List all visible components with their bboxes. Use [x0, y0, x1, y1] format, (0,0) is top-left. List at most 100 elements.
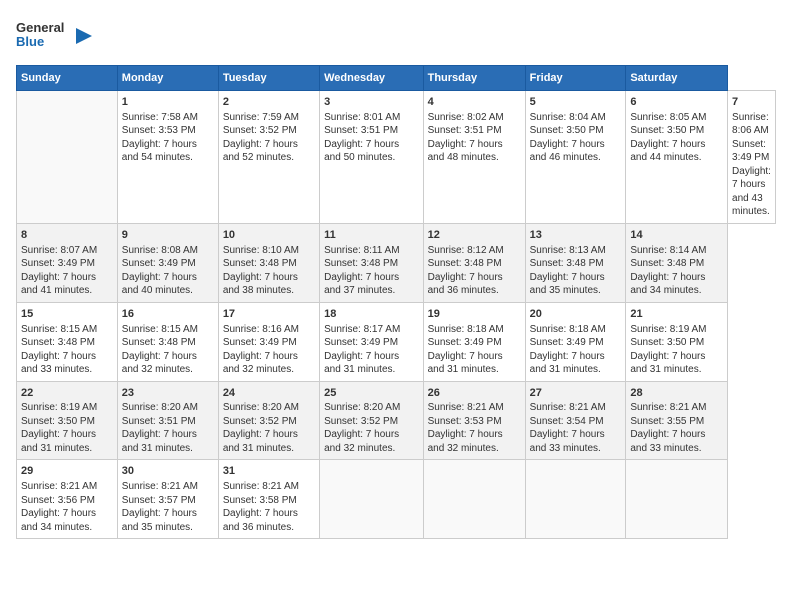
day-number: 12	[428, 228, 521, 243]
sunset-text: Sunset: 3:50 PM	[530, 125, 604, 136]
logo: General Blue	[16, 16, 96, 57]
sunrise-text: Sunrise: 8:01 AM	[324, 112, 400, 123]
sunset-text: Sunset: 3:52 PM	[223, 416, 297, 427]
calendar-cell: 11Sunrise: 8:11 AMSunset: 3:48 PMDayligh…	[320, 223, 423, 302]
sunrise-text: Sunrise: 8:04 AM	[530, 112, 606, 123]
sunset-text: Sunset: 3:49 PM	[732, 139, 769, 164]
svg-text:Blue: Blue	[16, 34, 44, 49]
logo-text-block: General Blue	[16, 16, 96, 57]
daylight-text: Daylight: 7 hours and 31 minutes.	[223, 429, 298, 454]
calendar-cell: 7Sunrise: 8:06 AMSunset: 3:49 PMDaylight…	[728, 91, 776, 224]
daylight-text: Daylight: 7 hours and 31 minutes.	[324, 351, 399, 376]
day-header-tuesday: Tuesday	[218, 66, 319, 91]
calendar-cell: 30Sunrise: 8:21 AMSunset: 3:57 PMDayligh…	[117, 460, 218, 539]
calendar-table: SundayMondayTuesdayWednesdayThursdayFrid…	[16, 65, 776, 539]
calendar-cell: 15Sunrise: 8:15 AMSunset: 3:48 PMDayligh…	[17, 302, 118, 381]
calendar-cell: 17Sunrise: 8:16 AMSunset: 3:49 PMDayligh…	[218, 302, 319, 381]
sunrise-text: Sunrise: 7:58 AM	[122, 112, 198, 123]
sunset-text: Sunset: 3:49 PM	[122, 258, 196, 269]
sunrise-text: Sunrise: 8:11 AM	[324, 245, 399, 256]
sunset-text: Sunset: 3:51 PM	[428, 125, 502, 136]
calendar-cell: 1Sunrise: 7:58 AMSunset: 3:53 PMDaylight…	[117, 91, 218, 224]
daylight-text: Daylight: 7 hours and 33 minutes.	[630, 429, 705, 454]
daylight-text: Daylight: 7 hours and 32 minutes.	[324, 429, 399, 454]
daylight-text: Daylight: 7 hours and 41 minutes.	[21, 272, 96, 297]
calendar-cell: 12Sunrise: 8:12 AMSunset: 3:48 PMDayligh…	[423, 223, 525, 302]
day-number: 28	[630, 386, 723, 401]
sunrise-text: Sunrise: 8:21 AM	[630, 402, 706, 413]
daylight-text: Daylight: 7 hours and 32 minutes.	[122, 351, 197, 376]
day-number: 5	[530, 95, 622, 110]
calendar-week-row: 15Sunrise: 8:15 AMSunset: 3:48 PMDayligh…	[17, 302, 776, 381]
sunrise-text: Sunrise: 8:21 AM	[428, 402, 504, 413]
sunrise-text: Sunrise: 8:13 AM	[530, 245, 606, 256]
day-number: 21	[630, 307, 723, 322]
daylight-text: Daylight: 7 hours and 31 minutes.	[21, 429, 96, 454]
sunrise-text: Sunrise: 8:14 AM	[630, 245, 706, 256]
day-number: 31	[223, 464, 315, 479]
day-header-thursday: Thursday	[423, 66, 525, 91]
calendar-week-row: 1 Sunrise: 7:58 AM Sunset: 3:53 PM Daylight…	[17, 91, 776, 224]
sunset-text: Sunset: 3:57 PM	[122, 495, 196, 506]
daylight-text: Daylight: 7 hours and 34 minutes.	[630, 272, 705, 297]
day-number: 20	[530, 307, 622, 322]
daylight-text: Daylight: 7 hours and 40 minutes.	[122, 272, 197, 297]
sunset-text: Sunset: 3:49 PM	[530, 337, 604, 348]
sunrise-text: Sunrise: 8:05 AM	[630, 112, 706, 123]
sunrise-text: Sunrise: 8:19 AM	[630, 324, 706, 335]
daylight-text: Daylight: 7 hours and 37 minutes.	[324, 272, 399, 297]
daylight-text: Daylight: 7 hours and 31 minutes.	[122, 429, 197, 454]
day-number: 2	[223, 95, 315, 110]
sunrise-text: Sunrise: 8:21 AM	[530, 402, 606, 413]
day-number: 14	[630, 228, 723, 243]
sunset-text: Sunset: 3:53 PM	[428, 416, 502, 427]
calendar-cell: 26Sunrise: 8:21 AMSunset: 3:53 PMDayligh…	[423, 381, 525, 460]
sunrise-text: Sunrise: 8:06 AM	[732, 112, 769, 137]
day-number: 19	[428, 307, 521, 322]
sunset-text: Sunset: 3:53 PM	[122, 125, 196, 136]
sunrise-text: Sunrise: 8:20 AM	[223, 402, 299, 413]
day-number: 30	[122, 464, 214, 479]
calendar-cell	[320, 460, 423, 539]
daylight-text: Daylight: 7 hours and 48 minutes.	[428, 139, 503, 164]
calendar-cell	[17, 91, 118, 224]
day-header-wednesday: Wednesday	[320, 66, 423, 91]
sunset-text: Sunset: 3:48 PM	[21, 337, 95, 348]
calendar-cell: 24Sunrise: 8:20 AM Sunset: 3:52 PM Dayligh…	[218, 381, 319, 460]
calendar-week-row: 22Sunrise: 8:19 AMSunset: 3:50 PMDayligh…	[17, 381, 776, 460]
sunset-text: Sunset: 3:48 PM	[122, 337, 196, 348]
calendar-cell: 22Sunrise: 8:19 AMSunset: 3:50 PMDayligh…	[17, 381, 118, 460]
sunset-text: Sunset: 3:55 PM	[630, 416, 704, 427]
sunrise-text: Sunrise: 8:07 AM	[21, 245, 97, 256]
calendar-cell: 13Sunrise: 8:13 AMSunset: 3:48 PMDayligh…	[525, 223, 626, 302]
sunset-text: Sunset: 3:52 PM	[324, 416, 398, 427]
calendar-cell: 9Sunrise: 8:08 AMSunset: 3:49 PMDaylight…	[117, 223, 218, 302]
sunset-text: Sunset: 3:49 PM	[21, 258, 95, 269]
calendar-cell: 18Sunrise: 8:17 AMSunset: 3:49 PMDayligh…	[320, 302, 423, 381]
daylight-text: Daylight: 7 hours and 35 minutes.	[530, 272, 605, 297]
sunset-text: Sunset: 3:51 PM	[122, 416, 196, 427]
calendar-week-row: 8 Sunrise: 8:07 AM Sunset: 3:49 PM Daylight…	[17, 223, 776, 302]
sunrise-text: Sunrise: 8:18 AM	[428, 324, 504, 335]
day-number: 17	[223, 307, 315, 322]
sunset-text: Sunset: 3:48 PM	[428, 258, 502, 269]
day-number: 25	[324, 386, 418, 401]
calendar-cell: 27Sunrise: 8:21 AMSunset: 3:54 PMDayligh…	[525, 381, 626, 460]
day-number: 18	[324, 307, 418, 322]
daylight-text: Daylight: 7 hours and 50 minutes.	[324, 139, 399, 164]
sunrise-text: Sunrise: 8:16 AM	[223, 324, 299, 335]
sunrise-text: Sunrise: 7:59 AM	[223, 112, 299, 123]
sunset-text: Sunset: 3:54 PM	[530, 416, 604, 427]
day-number: 1	[122, 95, 214, 110]
sunset-text: Sunset: 3:49 PM	[428, 337, 502, 348]
day-number: 8	[21, 228, 113, 243]
sunset-text: Sunset: 3:50 PM	[21, 416, 95, 427]
day-number: 6	[630, 95, 723, 110]
day-number: 13	[530, 228, 622, 243]
day-number: 11	[324, 228, 418, 243]
svg-text:General: General	[16, 20, 64, 35]
calendar-header-row: SundayMondayTuesdayWednesdayThursdayFrid…	[17, 66, 776, 91]
day-number: 24	[223, 386, 315, 401]
day-number: 3	[324, 95, 418, 110]
sunset-text: Sunset: 3:52 PM	[223, 125, 297, 136]
